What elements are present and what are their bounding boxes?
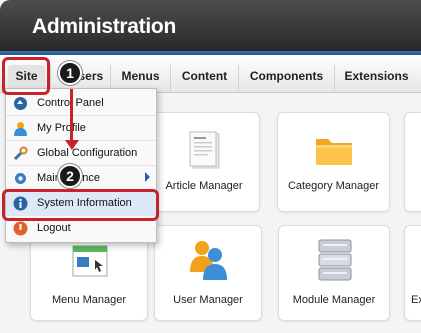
menu-components-label: Components — [249, 69, 324, 83]
step-2-badge: 2 — [58, 164, 82, 188]
menu-menus-label: Menus — [121, 69, 160, 83]
folder-icon — [316, 139, 352, 165]
users-icon — [190, 241, 227, 280]
tile-menu-manager-label: Menu Manager — [52, 294, 126, 306]
tile-article-manager[interactable]: Article Manager — [148, 112, 260, 212]
dropdown-item-my-profile[interactable]: My Profile — [6, 116, 156, 141]
module-stack-icon — [318, 239, 352, 281]
page-title: Administration — [32, 15, 176, 38]
logout-icon — [13, 221, 28, 236]
site-menu-highlight — [2, 57, 50, 95]
tile-partial-right-2[interactable]: Ex — [404, 225, 421, 321]
menu-extensions-label: Extensions — [344, 69, 409, 83]
menu-content[interactable]: Content — [170, 65, 238, 91]
gear-icon — [15, 173, 26, 184]
tile-partial-right-2-label: Ex — [411, 294, 421, 306]
dropdown-item-global-configuration[interactable]: Global Configuration — [6, 141, 156, 166]
tile-partial-right-1[interactable] — [404, 112, 421, 212]
menu-content-label: Content — [181, 69, 228, 83]
dropdown-item-label: Global Configuration — [37, 147, 138, 159]
wrench-icon — [13, 146, 28, 161]
callout-arrow-line — [70, 89, 73, 143]
dropdown-item-label: My Profile — [37, 122, 86, 134]
tile-user-manager[interactable]: User Manager — [154, 225, 262, 321]
control-panel-icon — [14, 97, 27, 110]
user-profile-icon — [14, 122, 27, 136]
menu-manager-icon — [72, 245, 108, 277]
article-icon — [189, 131, 220, 169]
menu-components[interactable]: Components — [238, 65, 334, 91]
tile-category-manager-label: Category Manager — [287, 180, 380, 192]
tile-category-manager[interactable]: Category Manager — [277, 112, 390, 212]
callout-arrow-head — [65, 140, 79, 150]
tile-user-manager-label: User Manager — [173, 294, 243, 306]
tile-module-manager-label: Module Manager — [292, 294, 376, 306]
tile-article-manager-label: Article Manager — [165, 180, 243, 192]
dropdown-item-label: Logout — [37, 222, 71, 234]
system-information-highlight — [2, 189, 159, 221]
submenu-arrow-icon — [145, 172, 150, 182]
step-1-badge: 1 — [58, 61, 82, 85]
admin-header: Administration — [0, 0, 421, 55]
menu-extensions[interactable]: Extensions — [334, 65, 418, 91]
tile-module-manager[interactable]: Module Manager — [278, 225, 390, 321]
